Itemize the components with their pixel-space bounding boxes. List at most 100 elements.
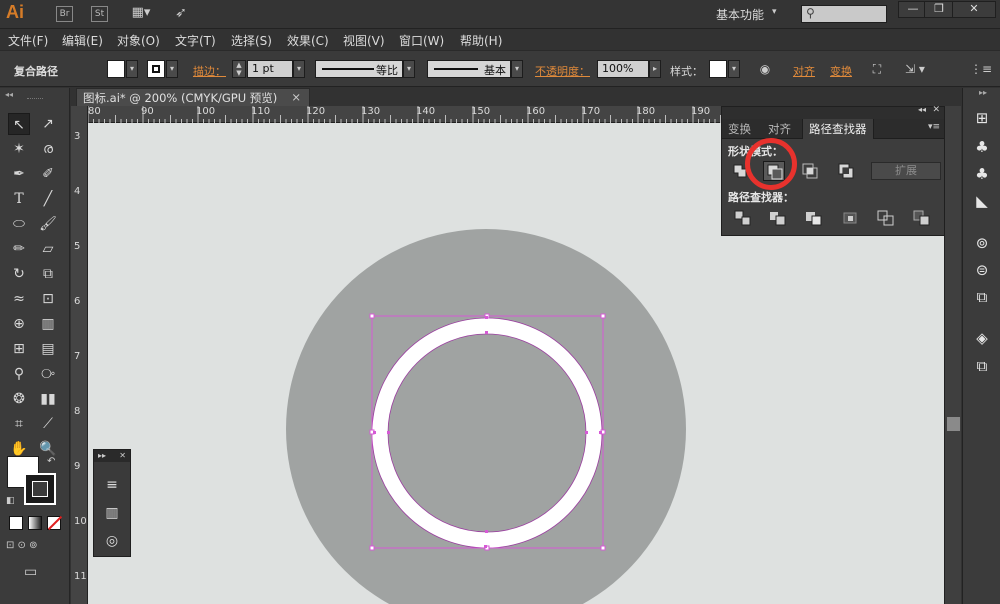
free-transform-tool[interactable]: ⊡ [37,288,59,310]
graphic-style-dropdown[interactable]: ▾ [728,60,740,78]
panel-menu-icon[interactable]: ▾≡ [928,122,940,132]
divide-button[interactable] [732,208,754,228]
pathfinder-dock-icon[interactable]: ⧉ [972,356,992,376]
document-tab[interactable]: 图标.ai* @ 200% (CMYK/GPU 预览) × [76,88,310,106]
gradient-tool[interactable]: ▤ [37,338,59,360]
eyedropper-tool[interactable]: ⚲ [8,363,30,385]
workspace-switcher[interactable]: 基本功能 [716,6,764,23]
search-input[interactable]: ⚲ [801,5,887,23]
perspective-grid-tool[interactable]: ▥ [37,313,59,335]
rotate-tool[interactable]: ↻ [8,263,30,285]
appearance-icon[interactable]: ⊚ [972,233,992,253]
menu-view[interactable]: 视图(V) [343,32,385,49]
expand-dock-icon[interactable]: ▸▸ [979,88,987,97]
direct-selection-tool[interactable]: ↗ [37,113,59,135]
arrange-documents-icon[interactable]: ▦▾ [130,6,152,22]
mini-panel-titlebar[interactable]: ▸▸ ✕ [94,450,130,462]
align-link[interactable]: 对齐 [793,63,815,79]
gradient-mode-button[interactable] [28,516,42,530]
none-mode-button[interactable] [47,515,63,531]
swatches-icon[interactable]: ⊞ [972,108,992,128]
pencil-tool[interactable]: ✏ [8,238,30,260]
menu-file[interactable]: 文件(F) [8,32,48,49]
magic-wand-tool[interactable]: ✶ [8,138,30,160]
stroke-weight-field[interactable]: 1 pt [247,60,293,78]
menu-help[interactable]: 帮助(H) [460,32,502,49]
symbol-sprayer-tool[interactable]: ❂ [8,388,30,410]
transparency-icon[interactable]: ◈ [972,328,992,348]
panel-menu-icon[interactable]: ⋮≡ [970,61,992,77]
stroke-panel-icon[interactable]: ≡ [103,476,121,494]
tab-transform[interactable]: 变换 [722,119,757,139]
bridge-icon[interactable]: Br [56,6,73,22]
gpu-performance-icon[interactable]: ➶ [172,6,190,22]
graphic-style-swatch[interactable] [709,60,727,78]
intersect-button[interactable] [799,161,821,181]
slice-tool[interactable]: ⟋ [37,413,59,435]
exclude-button[interactable] [835,161,857,181]
graphic-styles-icon[interactable]: ◣ [972,191,992,211]
opacity-field[interactable]: 100% [597,60,649,78]
outline-button[interactable] [875,208,897,228]
stroke-swatch[interactable] [147,60,165,78]
scale-tool[interactable]: ⧉ [37,263,59,285]
stroke-weight-stepper[interactable]: ▲ ▼ [232,60,246,78]
paintbrush-tool[interactable]: 🖌 [37,213,59,235]
opacity-label[interactable]: 不透明度： [535,63,590,79]
shape-builder-tool[interactable]: ⊕ [8,313,30,335]
artboard-tool[interactable]: ⌗ [8,413,30,435]
brushes-icon[interactable]: ♣ [972,137,992,157]
collapse-arrows-icon[interactable]: ◂◂ [5,90,13,99]
column-graph-tool[interactable]: ▮▮ [37,388,59,410]
close-tab-icon[interactable]: × [291,90,301,104]
stock-icon[interactable]: St [91,6,108,22]
line-segment-tool[interactable]: ╱ [37,188,59,210]
transform-link[interactable]: 变换 [830,63,852,79]
curvature-tool[interactable]: ✐ [37,163,59,185]
artboards-icon[interactable]: ⧉ [972,287,992,307]
expand-button[interactable]: 扩展 [871,162,941,180]
trim-button[interactable] [767,208,789,228]
tab-pathfinder[interactable]: 路径查找器 [802,119,874,139]
opacity-slider-toggle[interactable]: ▸ [649,60,661,78]
ellipse-tool[interactable]: ⬭ [8,213,30,235]
minus-back-button[interactable] [911,208,933,228]
close-panel-icon[interactable]: ✕ [119,451,126,460]
menu-type[interactable]: 文字(T) [175,32,216,49]
isolate-icon[interactable]: ⛶ [869,61,885,77]
variable-width-profile[interactable]: 等比 [315,60,403,78]
swap-fill-stroke-icon[interactable]: ↶ [47,456,55,467]
transparency-panel-icon[interactable]: ◎ [103,532,121,550]
type-tool[interactable]: T [8,188,30,210]
eraser-tool[interactable]: ▱ [37,238,59,260]
close-window-button[interactable]: ✕ [952,1,996,18]
recolor-artwork-icon[interactable]: ◉ [757,61,773,77]
collapse-panel-icon[interactable]: ◂◂ [918,105,926,114]
merge-button[interactable] [803,208,825,228]
vertical-ruler[interactable]: 3 4 5 6 7 8 9 10 11 [71,106,88,604]
stroke-color-box[interactable] [24,473,56,505]
restore-button[interactable]: ❐ [924,1,954,18]
menu-window[interactable]: 窗口(W) [399,32,444,49]
menu-select[interactable]: 选择(S) [231,32,272,49]
close-panel-icon[interactable]: ✕ [932,105,940,115]
brush-definition[interactable]: 基本 [427,60,511,78]
drawing-modes-icon[interactable]: ⊡ ⊙ ⊚ [6,540,64,556]
crop-button[interactable] [839,208,861,228]
selection-tool[interactable]: ↖ [8,113,30,135]
default-colors-icon[interactable]: ◧ [6,496,15,506]
width-tool[interactable]: ≈ [8,288,30,310]
expand-panel-icon[interactable]: ▸▸ [98,451,106,460]
stroke-dropdown[interactable]: ▾ [166,60,178,78]
menu-edit[interactable]: 编辑(E) [62,32,103,49]
chevron-down-icon[interactable]: ▾ [772,7,777,17]
brush-dropdown[interactable]: ▾ [511,60,523,78]
symbols-icon[interactable]: ♣ [972,164,992,184]
fill-dropdown[interactable]: ▾ [126,60,138,78]
vertical-scrollbar[interactable] [944,106,961,604]
stroke-weight-dropdown[interactable]: ▾ [293,60,305,78]
gradient-panel-icon[interactable]: ▥ [103,504,121,522]
color-mode-button[interactable] [9,516,23,530]
fill-swatch[interactable] [107,60,125,78]
menu-effect[interactable]: 效果(C) [287,32,329,49]
